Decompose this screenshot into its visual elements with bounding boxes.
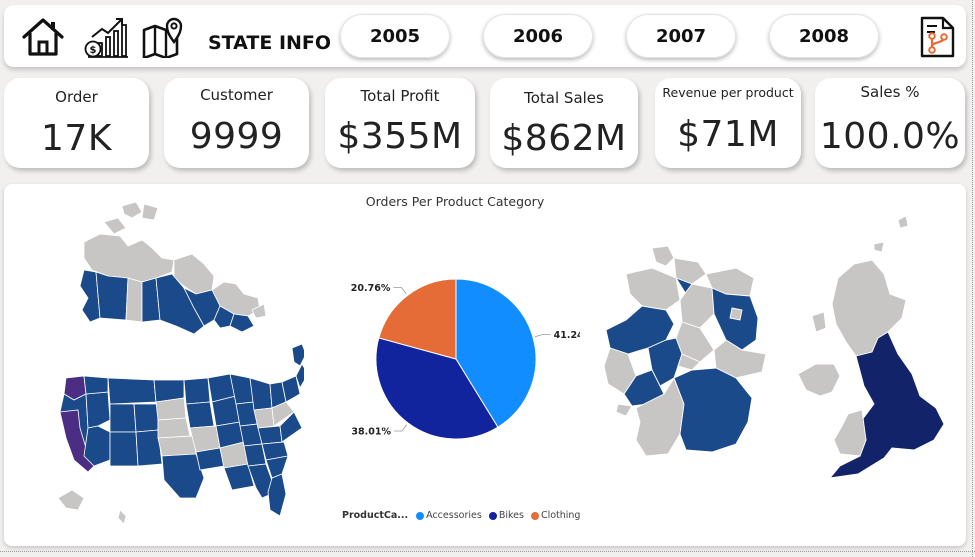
kpi-value: 9999 — [189, 116, 284, 157]
germany-map[interactable] — [596, 244, 776, 474]
kpi-value: 17K — [41, 118, 112, 159]
kpi-value: 100.0% — [819, 116, 961, 157]
orders-per-category-pie-chart[interactable]: 41.24% 38.01% 20.76% — [320, 264, 580, 454]
kpi-value: $862M — [501, 118, 627, 159]
kpi-label: Sales % — [860, 83, 920, 101]
legend-item-accessories[interactable]: Accessories — [416, 510, 482, 521]
frame-edge-bottom — [0, 551, 975, 552]
kpi-card-order: Order 17K — [4, 78, 149, 168]
kpi-label: Total Profit — [360, 87, 440, 105]
map-pin-icon[interactable] — [141, 17, 187, 58]
canada-map — [79, 201, 267, 335]
frame-edge-right — [972, 0, 973, 557]
legend-label: Accessories — [426, 510, 482, 521]
kpi-value: $71M — [677, 114, 779, 155]
kpi-card-total-profit: Total Profit $355M — [325, 78, 475, 168]
kpi-label: Order — [55, 88, 98, 106]
report-document-icon[interactable] — [914, 16, 960, 58]
kpi-label: Total Sales — [524, 89, 604, 107]
kpi-card-revenue-per-product: Revenue per product $71M — [655, 78, 801, 168]
legend-swatch — [416, 511, 425, 520]
legend-label: Clothing — [540, 510, 581, 521]
kpi-label: Revenue per product — [662, 85, 794, 100]
chart-legend: ProductCa... Accessories Bikes Clothing — [342, 510, 583, 521]
home-icon[interactable] — [20, 17, 66, 57]
legend-swatch — [530, 511, 539, 520]
sales-growth-icon[interactable]: $ — [84, 17, 130, 58]
legend-label: Bikes — [498, 510, 524, 521]
leader-line-clothing — [393, 287, 407, 295]
kpi-card-customer: Customer 9999 — [164, 78, 309, 168]
year-2008-button[interactable]: 2008 — [769, 14, 879, 58]
north-america-map[interactable] — [44, 198, 304, 528]
kpi-card-total-sales: Total Sales $862M — [490, 78, 638, 168]
kpi-card-sales-percent: Sales % 100.0% — [815, 78, 965, 168]
kpi-value: $355M — [337, 116, 463, 157]
year-2006-button[interactable]: 2006 — [483, 14, 593, 58]
leader-line-bikes — [394, 424, 408, 432]
legend-item-clothing[interactable]: Clothing — [530, 510, 581, 521]
top-navigation-bar: $ STATE INFO 2005 2006 2007 2008 — [4, 5, 966, 67]
legend-swatch — [488, 511, 497, 520]
data-label-accessories: 41.24% — [554, 330, 580, 341]
data-label-bikes: 38.01% — [351, 427, 391, 438]
usa-map — [57, 343, 304, 525]
svg-text:$: $ — [90, 45, 97, 56]
data-label-clothing: 20.76% — [351, 283, 391, 294]
legend-title: ProductCa... — [342, 510, 409, 521]
year-2007-button[interactable]: 2007 — [626, 14, 736, 58]
state-info-button[interactable]: STATE INFO — [208, 32, 331, 54]
leader-line-accessories — [534, 334, 551, 338]
uk-map[interactable] — [794, 214, 959, 504]
main-visual-panel: Orders Per Product Category 41.2 38.01% … — [4, 184, 966, 546]
year-2005-button[interactable]: 2005 — [340, 14, 450, 58]
kpi-label: Customer — [200, 86, 273, 104]
legend-item-bikes[interactable]: Bikes — [488, 510, 524, 521]
